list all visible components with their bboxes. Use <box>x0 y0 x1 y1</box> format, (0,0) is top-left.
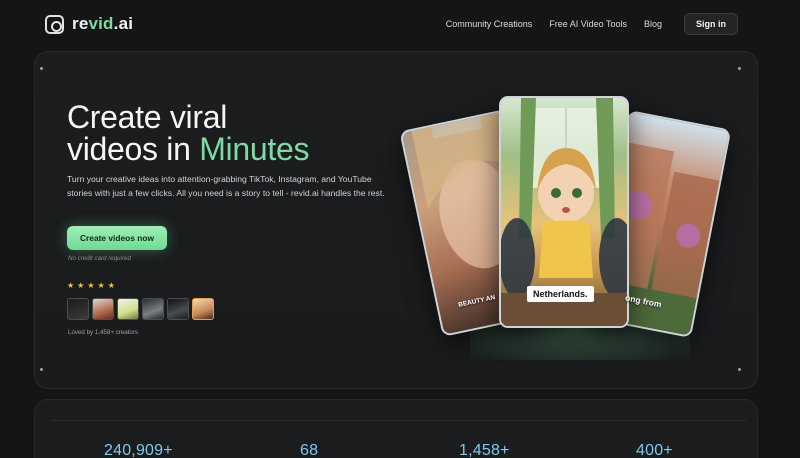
nav-link-free-ai-video-tools[interactable]: Free AI Video Tools <box>549 19 627 29</box>
corner-dot <box>40 67 43 70</box>
star-icon: ★ <box>67 281 75 290</box>
headline-line-1: Create viral <box>67 99 228 135</box>
stat-value: 400+ <box>636 442 673 458</box>
no-credit-card-note: No credit card required <box>68 255 131 262</box>
stat-value: 1,458+ <box>459 442 510 458</box>
star-icon: ★ <box>97 281 105 290</box>
headline-accent: Minutes <box>199 131 310 167</box>
corner-dot <box>40 368 43 371</box>
corner-dot <box>738 368 741 371</box>
nav-links: Community Creations Free AI Video Tools … <box>446 13 738 35</box>
rating-stars: ★ ★ ★ ★ ★ <box>67 282 115 290</box>
avatar <box>67 298 89 320</box>
logo[interactable]: revid.ai <box>45 14 133 34</box>
creator-avatars <box>67 298 214 320</box>
nav-link-community-creations[interactable]: Community Creations <box>446 19 533 29</box>
avatar <box>92 298 114 320</box>
avatar <box>117 298 139 320</box>
avatar <box>192 298 214 320</box>
star-icon: ★ <box>87 281 95 290</box>
card-center-caption: Netherlands. <box>527 286 594 302</box>
logo-text: revid.ai <box>72 14 134 33</box>
hero-headline: Create viral videos in Minutes <box>67 101 309 165</box>
create-videos-button[interactable]: Create videos now <box>67 226 167 250</box>
stat-value: 240,909+ <box>104 442 173 458</box>
avatar <box>142 298 164 320</box>
sign-in-button[interactable]: Sign in <box>684 13 738 35</box>
stat-value: 68 <box>300 442 319 458</box>
hero-subtext: Turn your creative ideas into attention-… <box>67 174 385 198</box>
avatar <box>167 298 189 320</box>
top-nav: revid.ai Community Creations Free AI Vid… <box>0 0 800 50</box>
corner-dot <box>738 67 741 70</box>
headline-line-2: videos in <box>67 131 200 167</box>
logo-icon <box>45 14 64 34</box>
nav-link-blog[interactable]: Blog <box>644 19 662 29</box>
loved-by-count: Loved by 1,458+ creators <box>68 329 138 336</box>
star-icon: ★ <box>77 281 85 290</box>
star-icon: ★ <box>107 281 115 290</box>
